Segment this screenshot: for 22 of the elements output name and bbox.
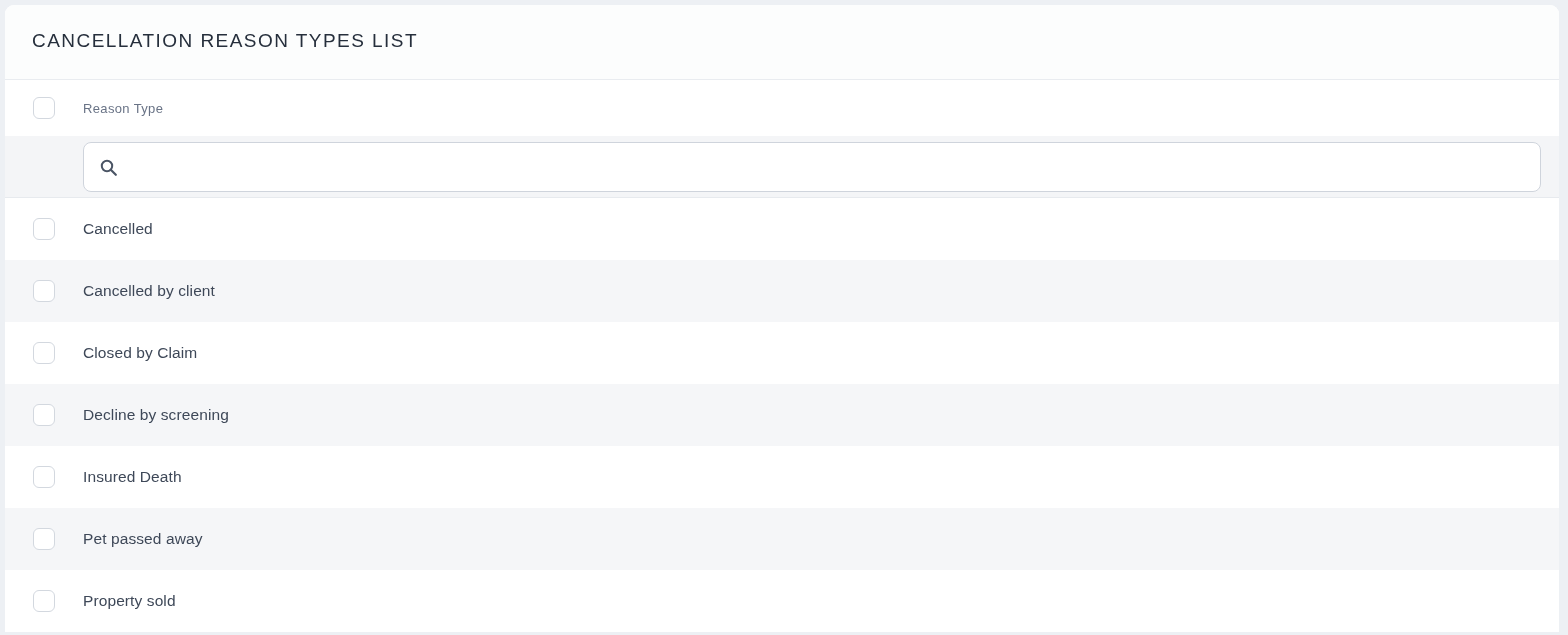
search-field[interactable] — [83, 142, 1541, 192]
row-checkbox[interactable] — [33, 466, 55, 488]
table-row[interactable]: Decline by screening — [5, 384, 1559, 446]
select-all-checkbox[interactable] — [33, 97, 55, 119]
search-icon — [100, 158, 117, 176]
reason-type-cell: Cancelled — [83, 220, 153, 238]
page-title: CANCELLATION REASON TYPES LIST — [32, 30, 418, 52]
reason-type-cell: Insured Death — [83, 468, 182, 486]
row-checkbox[interactable] — [33, 404, 55, 426]
table-row[interactable]: Cancelled by client — [5, 260, 1559, 322]
reason-type-cell: Cancelled by client — [83, 282, 215, 300]
row-checkbox[interactable] — [33, 342, 55, 364]
column-header[interactable]: Reason Type — [83, 100, 164, 116]
row-checkbox[interactable] — [33, 590, 55, 612]
row-checkbox[interactable] — [33, 528, 55, 550]
reason-type-cell: Closed by Claim — [83, 344, 198, 362]
reason-type-cell: Decline by screening — [83, 406, 229, 424]
reason-type-cell: Property sold — [83, 592, 176, 610]
row-checkbox[interactable] — [33, 280, 55, 302]
table-row[interactable]: Pet passed away — [5, 508, 1559, 570]
reason-type-cell: Pet passed away — [83, 530, 203, 548]
row-checkbox[interactable] — [33, 218, 55, 240]
